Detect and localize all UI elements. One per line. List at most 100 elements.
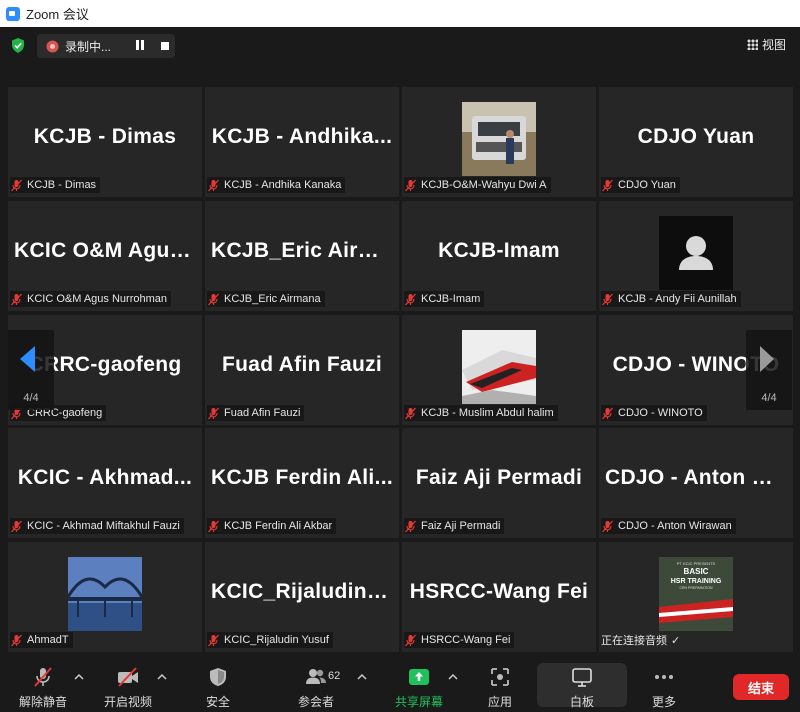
share-screen-label: 共享屏幕 [394, 695, 443, 709]
participant-label-text: HSRCC-Wang Fei [421, 634, 511, 646]
page-indicator-right: 4/4 [761, 392, 777, 404]
previous-page-button[interactable]: 4/4 [8, 330, 54, 410]
participant-tile[interactable]: KCJB - Muslim Abdul halim [402, 315, 596, 425]
mic-muted-icon [208, 520, 219, 532]
participants-label: 参会者 [297, 695, 334, 709]
participant-name-display: CDJO - Anton W... [605, 466, 789, 489]
default-avatar-icon [659, 216, 733, 290]
share-screen-button[interactable]: 共享屏幕 [392, 657, 446, 712]
grid-view-icon [746, 38, 758, 50]
participant-label: KCIC O&M Agus Nurrohman [10, 291, 171, 307]
participant-label-text: KCJB - Andhika Kanaka [224, 179, 342, 191]
pause-recording-button[interactable] [135, 40, 145, 52]
audio-options-caret-icon[interactable] [74, 673, 84, 681]
participant-label: KCJB Ferdin Ali Akbar [207, 518, 337, 534]
mic-muted-icon [405, 293, 416, 305]
participant-label: KCIC - Akhmad Miftakhul Fauzi [10, 518, 184, 534]
participant-label-text: KCJB - Dimas [27, 179, 97, 191]
mic-muted-icon [405, 179, 416, 191]
participant-name-display: Faiz Aji Permadi [415, 466, 583, 489]
mic-muted-icon [602, 520, 613, 532]
mic-muted-icon [34, 667, 52, 687]
participant-label: KCJB_Eric Airmana [207, 291, 325, 307]
security-label: 安全 [205, 695, 230, 709]
participant-label: KCJB - Andhika Kanaka [207, 177, 346, 193]
participant-name-display: KCJB-Imam [438, 239, 560, 262]
participant-tile[interactable]: KCJB-Imam KCJB-Imam [402, 201, 596, 311]
view-label: 视图 [761, 37, 786, 52]
unmute-button[interactable]: 解除静音 [14, 657, 72, 712]
check-icon: ✓ [671, 634, 681, 647]
apps-button[interactable]: 应用 [482, 657, 518, 712]
gallery-grid: KCJB - Dimas KCJB - Dimas KCJB - Andhika..… [8, 87, 793, 652]
right-arrow-icon [760, 346, 774, 372]
participant-tile[interactable]: KCJB_Eric Airma... KCJB_Eric Airmana [205, 201, 399, 311]
recording-label: 录制中... [65, 39, 112, 54]
mic-muted-icon [208, 407, 219, 419]
participant-label-text: KCIC_Rijaludin Yusuf [224, 634, 329, 646]
participant-label-text: KCIC O&M Agus Nurrohman [27, 293, 167, 305]
participant-tile[interactable]: AhmadT [8, 542, 202, 652]
participant-tile[interactable]: KCIC_Rijaludin Y... KCIC_Rijaludin Yusuf [205, 542, 399, 652]
participant-label-text: Fuad Afin Fauzi [224, 407, 301, 419]
view-button[interactable]: 视图 [746, 34, 786, 54]
participant-tile[interactable]: KCIC - Akhmad... KCIC - Akhmad Miftakhul … [8, 428, 202, 538]
mic-muted-icon [208, 179, 219, 191]
svg-text:BASIC: BASIC [684, 567, 709, 576]
security-shield-icon[interactable] [11, 38, 25, 53]
participant-tile[interactable]: KCJB-O&M-Wahyu Dwi A [402, 87, 596, 197]
mic-muted-icon [11, 293, 22, 305]
participant-tile[interactable]: KCJB - Dimas KCJB - Dimas [8, 87, 202, 197]
participant-label-text: KCJB - Andy Fii Aunillah [618, 293, 737, 305]
participant-tile[interactable]: CDJO Yuan CDJO Yuan [599, 87, 793, 197]
zoom-logo-icon [6, 6, 20, 21]
participant-tile[interactable]: KCIC O&M Agus... KCIC O&M Agus Nurrohman [8, 201, 202, 311]
unmute-label: 解除静音 [18, 695, 67, 709]
participant-label-text: CDJO Yuan [618, 179, 676, 191]
participant-tile[interactable]: HSRCC-Wang Fei HSRCC-Wang Fei [402, 542, 596, 652]
participant-name-display: HSRCC-Wang Fei [409, 580, 589, 603]
start-video-button[interactable]: 开启视频 [100, 657, 156, 712]
video-options-caret-icon[interactable] [157, 673, 167, 681]
next-page-button[interactable]: 4/4 [746, 330, 792, 410]
stop-recording-button[interactable] [161, 42, 169, 50]
participant-label: CDJO - Anton Wirawan [601, 518, 736, 534]
whiteboard-label: 白板 [569, 695, 594, 709]
participant-label-text: AhmadT [27, 634, 69, 646]
more-button[interactable]: 更多 [646, 657, 682, 712]
participant-name-display: KCJB - Andhika... [211, 125, 393, 148]
start-video-label: 开启视频 [103, 695, 152, 709]
participant-label-text: KCIC - Akhmad Miftakhul Fauzi [27, 520, 180, 532]
participant-label: KCIC_Rijaludin Yusuf [207, 632, 333, 648]
participant-label: 正在连接音频 ✓ [601, 632, 684, 648]
participant-tile[interactable]: PT KCIC PRESENTS BASIC HSR TRAINING CRH PRE… [599, 542, 793, 652]
meeting-top-bar: 录制中... 视图 [0, 27, 800, 63]
participant-tile[interactable]: CDJO - Anton W... CDJO - Anton Wirawan [599, 428, 793, 538]
participant-tile[interactable]: KCJB - Andhika... KCJB - Andhika Kanaka [205, 87, 399, 197]
participants-button[interactable]: 参会者 [290, 657, 342, 712]
whiteboard-button[interactable]: 白板 [558, 657, 606, 712]
mic-muted-icon [11, 179, 22, 191]
participant-tile[interactable]: Faiz Aji Permadi Faiz Aji Permadi [402, 428, 596, 538]
participant-tile[interactable]: KCJB - Andy Fii Aunillah [599, 201, 793, 311]
participant-name-display: KCJB Ferdin Ali... [211, 466, 393, 489]
participant-label: AhmadT [10, 632, 73, 648]
participant-label: KCJB - Muslim Abdul halim [404, 405, 558, 421]
page-indicator-left: 4/4 [23, 392, 39, 404]
participant-tile[interactable]: Fuad Afin Fauzi Fuad Afin Fauzi [205, 315, 399, 425]
apps-label: 应用 [487, 695, 512, 709]
participant-label-text: CDJO - WINOTO [618, 407, 703, 419]
participants-icon [306, 669, 326, 684]
end-meeting-button[interactable]: 结束 [733, 674, 789, 700]
participant-label-text: KCJB - Muslim Abdul halim [421, 407, 554, 419]
share-options-caret-icon[interactable] [448, 673, 458, 681]
participant-label-text: KCJB Ferdin Ali Akbar [224, 520, 333, 532]
title-bar: Zoom 会议 [0, 0, 800, 27]
participant-name-display: KCIC_Rijaludin Y... [211, 580, 399, 603]
participant-label-text: Faiz Aji Permadi [421, 520, 501, 532]
mic-muted-icon [602, 407, 613, 419]
security-shield-icon [210, 668, 226, 686]
participants-caret-icon[interactable] [357, 673, 367, 681]
security-button[interactable]: 安全 [196, 657, 240, 712]
participant-tile[interactable]: KCJB Ferdin Ali... KCJB Ferdin Ali Akbar [205, 428, 399, 538]
